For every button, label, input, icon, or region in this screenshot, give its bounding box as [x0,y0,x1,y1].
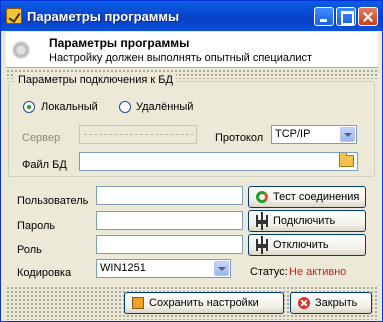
header-title: Параметры программы [49,36,190,50]
save-settings-label: Сохранить настройки [149,297,259,309]
settings-window: Параметры программы Параметры программы … [0,0,383,322]
save-icon [132,297,144,309]
header-panel: Параметры программы Настройку должен вып… [6,32,378,68]
role-input[interactable] [96,235,243,254]
encoding-select[interactable]: WIN1251 [96,259,231,278]
close-label: Закрыть [315,297,358,309]
radio-local-label[interactable]: Локальный [41,101,98,113]
header-subtitle: Настройку должен выполнять опытный специ… [49,52,313,64]
user-input[interactable] [96,186,243,205]
connect-button[interactable]: Подключить [248,210,366,232]
test-connection-label: Тест соединения [273,191,360,203]
status-label: Статус: [250,266,288,278]
maximize-button[interactable] [336,7,356,26]
close-button[interactable]: Закрыть [290,292,372,314]
encoding-value: WIN1251 [100,262,146,274]
save-settings-button[interactable]: Сохранить настройки [124,292,284,314]
title-bar[interactable]: Параметры программы [1,1,382,31]
unplug-icon [256,236,268,254]
status-value: Не активно [289,266,347,278]
role-label: Роль [17,244,42,256]
minimize-button[interactable] [314,7,334,26]
radio-remote-label[interactable]: Удалённый [136,101,193,113]
gear-icon [12,41,30,59]
test-connection-button[interactable]: Тест соединения [248,186,366,208]
radio-remote[interactable] [119,101,131,113]
protocol-value: TCP/IP [275,128,311,140]
close-window-button[interactable] [358,7,378,26]
protocol-label: Протокол [215,132,264,144]
chevron-down-icon[interactable] [340,127,355,142]
user-label: Пользователь [17,195,89,207]
db-file-label: Файл БД [22,159,67,171]
password-label: Пароль [17,220,56,232]
server-label: Сервер [22,132,61,144]
plug-icon [256,212,268,230]
connection-groupbox: Параметры подключения к БД Локальный Уда… [8,74,375,177]
folder-open-icon[interactable] [339,153,354,167]
encoding-label: Кодировка [17,267,72,279]
disconnect-label: Отключить [273,239,329,251]
server-input-mask [84,134,194,135]
db-file-input[interactable] [79,152,358,171]
disconnect-button[interactable]: Отключить [248,234,366,256]
chevron-down-icon[interactable] [214,261,229,276]
password-input[interactable] [96,211,243,230]
refresh-icon [256,191,268,203]
close-circle-icon [298,297,310,309]
server-input[interactable] [79,125,197,144]
connection-group-title: Параметры подключения к БД [15,74,176,86]
protocol-select[interactable]: TCP/IP [271,125,357,144]
window-title: Параметры программы [27,9,180,24]
radio-local[interactable] [23,101,35,113]
connect-label: Подключить [273,215,336,227]
app-icon [6,8,22,24]
